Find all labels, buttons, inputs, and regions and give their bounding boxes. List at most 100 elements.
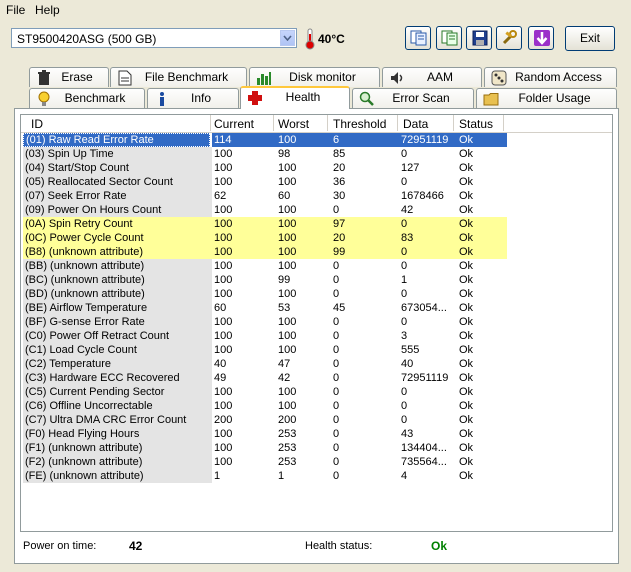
save-button[interactable] — [466, 26, 492, 50]
attribute-name: (0C) Power Cycle Count — [23, 231, 212, 245]
magnifier-icon — [359, 91, 374, 106]
worst-value: 100 — [278, 260, 297, 272]
table-row[interactable]: (BB) (unknown attribute) 100 100 0 0 Ok — [21, 259, 612, 273]
tab-benchmark[interactable]: Benchmark — [29, 88, 145, 108]
raw-data-value: 127 — [401, 162, 420, 174]
current-value: 100 — [214, 386, 233, 398]
attribute-name: (0A) Spin Retry Count — [23, 217, 212, 231]
table-row[interactable]: (C3) Hardware ECC Recovered 49 42 0 72951119… — [21, 371, 612, 385]
table-row[interactable]: (03) Spin Up Time 100 98 85 0 Ok — [21, 147, 612, 161]
copy-button[interactable] — [405, 26, 431, 50]
raw-data-value: 43 — [401, 428, 414, 440]
tab-label: Info — [190, 91, 211, 105]
raw-data-value: 0 — [401, 316, 408, 328]
tab-aam[interactable]: AAM — [382, 67, 482, 87]
column-header-threshold[interactable]: Threshold — [333, 117, 386, 131]
table-row[interactable]: (FE) (unknown attribute) 1 1 0 4 Ok — [21, 469, 612, 483]
worst-value: 98 — [278, 148, 291, 160]
table-row[interactable]: (F0) Head Flying Hours 100 253 0 43 Ok — [21, 427, 612, 441]
raw-data-value: 4 — [401, 470, 408, 482]
threshold-value: 30 — [333, 190, 346, 202]
current-value: 100 — [214, 176, 233, 188]
table-row[interactable]: (0A) Spin Retry Count 100 100 97 0 Ok — [21, 217, 612, 231]
table-row[interactable]: (0C) Power Cycle Count 100 100 20 83 Ok — [21, 231, 612, 245]
tab-info[interactable]: Info — [147, 88, 239, 108]
worst-value: 100 — [278, 162, 297, 174]
table-row[interactable]: (C2) Temperature 40 47 0 40 Ok — [21, 357, 612, 371]
table-row[interactable]: (C6) Offline Uncorrectable 100 100 0 0 Ok — [21, 399, 612, 413]
copy-all-button[interactable] — [436, 26, 462, 50]
column-header-status[interactable]: Status — [459, 117, 493, 131]
table-row[interactable]: (BC) (unknown attribute) 100 99 0 1 Ok — [21, 273, 612, 287]
worst-value: 253 — [278, 456, 297, 468]
arrow-down-icon — [534, 30, 550, 46]
table-body: (01) Raw Read Error Rate 114 100 6 72951119 O… — [21, 133, 612, 483]
table-row[interactable]: (C7) Ultra DMA CRC Error Count 200 200 0 0 Ok — [21, 413, 612, 427]
table-row[interactable]: (BF) G-sense Error Rate 100 100 0 0 Ok — [21, 315, 612, 329]
worst-value: 99 — [278, 274, 291, 286]
attribute-name: (04) Start/Stop Count — [23, 161, 212, 175]
table-row[interactable]: (01) Raw Read Error Rate 114 100 6 72951119 O… — [21, 133, 612, 147]
attribute-name: (01) Raw Read Error Rate — [23, 133, 210, 147]
attribute-name: (03) Spin Up Time — [23, 147, 212, 161]
worst-value: 253 — [278, 428, 297, 440]
table-row[interactable]: (C1) Load Cycle Count 100 100 0 555 Ok — [21, 343, 612, 357]
raw-data-value: 83 — [399, 231, 456, 245]
threshold-value: 97 — [329, 217, 403, 231]
tab-erase[interactable]: Erase — [29, 67, 109, 87]
column-header-data[interactable]: Data — [403, 117, 428, 131]
column-header-current[interactable]: Current — [214, 117, 254, 131]
tab-folder-usage[interactable]: Folder Usage — [476, 88, 617, 108]
current-value: 40 — [214, 358, 227, 370]
table-row[interactable]: (C5) Current Pending Sector 100 100 0 0 Ok — [21, 385, 612, 399]
tab-health[interactable]: Health — [240, 86, 350, 109]
menu-file[interactable]: File — [6, 3, 25, 17]
table-row[interactable]: (BE) Airflow Temperature 60 53 45 673054... O… — [21, 301, 612, 315]
exit-button[interactable]: Exit — [565, 26, 615, 51]
column-header-worst[interactable]: Worst — [278, 117, 309, 131]
raw-data-value: 72951119 — [401, 372, 449, 384]
worst-value: 100 — [278, 176, 297, 188]
tab-label: Error Scan — [392, 91, 450, 105]
table-row[interactable]: (05) Reallocated Sector Count 100 100 36 0 Ok — [21, 175, 612, 189]
worst-value: 100 — [274, 217, 333, 231]
table-row[interactable]: (07) Seek Error Rate 62 60 30 1678466 Ok — [21, 189, 612, 203]
attribute-name: (BE) Airflow Temperature — [23, 301, 212, 315]
table-row[interactable]: (C0) Power Off Retract Count 100 100 0 3 Ok — [21, 329, 612, 343]
worst-value: 100 — [278, 204, 297, 216]
menu-help[interactable]: Help — [35, 3, 60, 17]
chevron-down-icon[interactable] — [280, 30, 295, 46]
status-value: Ok — [459, 330, 474, 342]
table-row[interactable]: (F2) (unknown attribute) 100 253 0 735564...… — [21, 455, 612, 469]
tab-error-scan[interactable]: Error Scan — [352, 88, 474, 108]
current-value: 200 — [214, 414, 233, 426]
worst-value: 42 — [278, 372, 291, 384]
table-row[interactable]: (B8) (unknown attribute) 100 100 99 0 Ok — [21, 245, 612, 259]
tab-label: AAM — [426, 70, 453, 84]
column-header-id[interactable]: ID — [31, 117, 43, 131]
current-value: 100 — [212, 231, 276, 245]
attribute-name: (C7) Ultra DMA CRC Error Count — [23, 413, 212, 427]
worst-value: 53 — [278, 302, 291, 314]
tab-random-access[interactable]: Random Access — [484, 67, 617, 87]
attribute-name: (C2) Temperature — [23, 357, 212, 371]
tab-file-benchmark[interactable]: File Benchmark — [110, 67, 247, 87]
attribute-name: (05) Reallocated Sector Count — [23, 175, 212, 189]
smart-attributes-table[interactable]: ID Current Worst Threshold Data Status (… — [20, 114, 613, 532]
attribute-name: (07) Seek Error Rate — [23, 189, 212, 203]
worst-value: 100 — [278, 288, 297, 300]
tab-disk-monitor[interactable]: Disk monitor — [249, 67, 380, 87]
table-row[interactable]: (F1) (unknown attribute) 100 253 0 134404...… — [21, 441, 612, 455]
table-row[interactable]: (04) Start/Stop Count 100 100 20 127 Ok — [21, 161, 612, 175]
table-row[interactable]: (BD) (unknown attribute) 100 100 0 0 Ok — [21, 287, 612, 301]
raw-data-value: 0 — [401, 176, 408, 188]
download-button[interactable] — [528, 26, 554, 50]
table-row[interactable]: (09) Power On Hours Count 100 100 0 42 Ok — [21, 203, 612, 217]
threshold-value: 0 — [333, 260, 340, 272]
current-value: 100 — [214, 428, 233, 440]
health-panel: ID Current Worst Threshold Data Status (… — [14, 108, 619, 564]
worst-value: 47 — [278, 358, 291, 370]
current-value: 100 — [212, 217, 276, 231]
options-button[interactable] — [496, 26, 522, 50]
drive-select[interactable]: ST9500420ASG (500 GB) — [11, 28, 297, 48]
